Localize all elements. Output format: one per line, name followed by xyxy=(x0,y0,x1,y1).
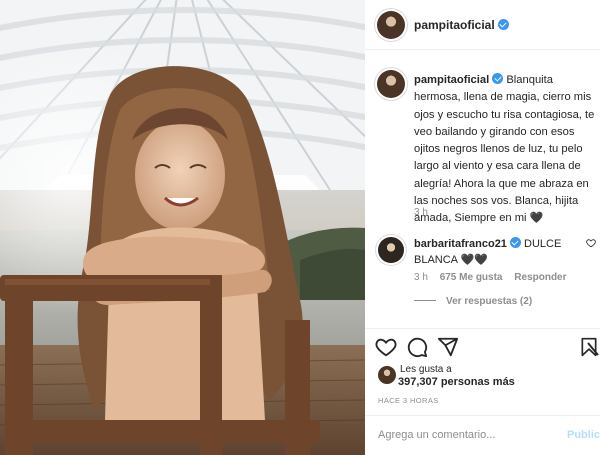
header-username[interactable]: pampitaoficial xyxy=(414,18,509,32)
header-avatar[interactable] xyxy=(377,11,405,39)
header-username-text[interactable]: pampitaoficial xyxy=(414,18,495,32)
divider xyxy=(365,328,600,329)
black-heart-emoji: 🖤 xyxy=(529,212,544,225)
view-replies-label[interactable]: Ver respuestas (2) xyxy=(446,296,532,307)
caption-time[interactable]: 3 h xyxy=(414,207,428,218)
post-header: pampitaoficial xyxy=(365,0,600,50)
comment-time[interactable]: 3 h xyxy=(414,272,428,283)
post-sidebar: pampitaoficial pampitaoficial Blanquita … xyxy=(365,0,600,455)
divider xyxy=(365,415,600,416)
verified-badge-icon xyxy=(492,73,504,84)
likes-label: Les gusta a xyxy=(400,364,452,375)
likes-count[interactable]: 397,307 personas más xyxy=(398,376,515,388)
liker-avatar[interactable] xyxy=(378,366,396,384)
add-comment-input[interactable]: Agrega un comentario... xyxy=(378,429,495,441)
replies-line xyxy=(414,300,436,301)
reply-button[interactable]: Responder xyxy=(514,272,566,283)
publish-button[interactable]: Publica xyxy=(567,429,600,441)
share-icon[interactable] xyxy=(437,336,459,358)
caption-username[interactable]: pampitaoficial xyxy=(414,74,489,86)
post-timestamp[interactable]: HACE 3 HORAS xyxy=(378,396,439,405)
view-replies[interactable]: Ver respuestas (2) xyxy=(414,296,532,307)
verified-badge-icon xyxy=(509,237,521,248)
comment-icon[interactable] xyxy=(406,336,428,358)
action-bar xyxy=(375,336,600,360)
verified-badge-icon xyxy=(497,19,509,30)
comment: barbaritafranco21 DULCE BLANCA 🖤🖤 xyxy=(414,236,584,268)
caption: pampitaoficial Blanquita hermosa, llena … xyxy=(414,72,596,228)
caption-avatar[interactable] xyxy=(377,70,405,98)
caption-text: Blanquita hermosa, llena de magia, cierr… xyxy=(414,74,595,225)
cropped-icon xyxy=(587,342,599,356)
heart-icon[interactable] xyxy=(375,336,397,358)
comment-like-heart-icon[interactable] xyxy=(586,238,596,248)
comment-likes[interactable]: 675 Me gusta xyxy=(440,272,503,283)
photo-illustration xyxy=(0,0,365,455)
black-hearts-emoji: 🖤🖤 xyxy=(460,254,488,266)
comment-username[interactable]: barbaritafranco21 xyxy=(414,238,507,250)
post-photo[interactable] xyxy=(0,0,365,455)
comment-meta: 3 h 675 Me gusta Responder xyxy=(414,272,576,283)
comment-avatar[interactable] xyxy=(378,237,404,263)
